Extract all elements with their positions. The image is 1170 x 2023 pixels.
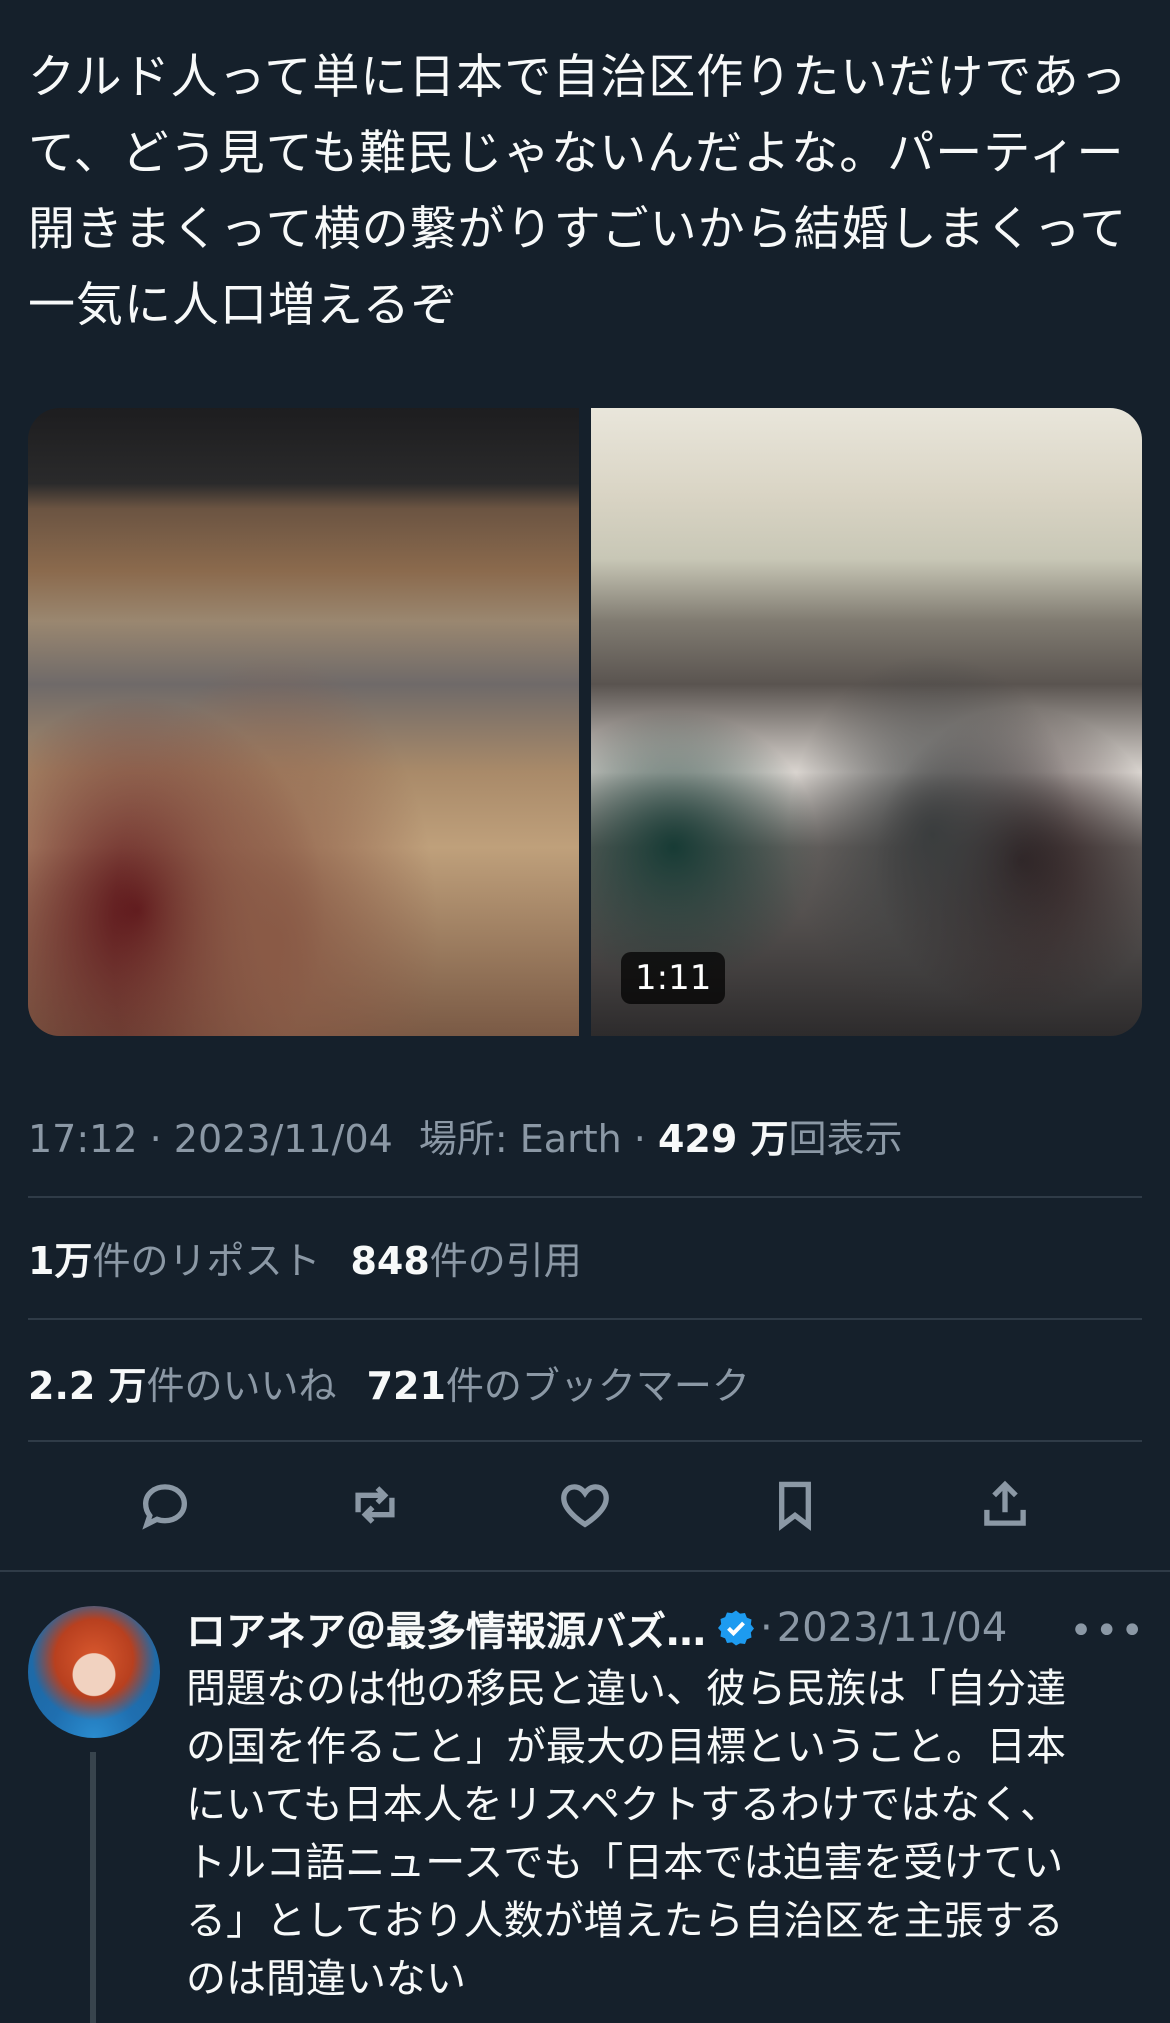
stats-likes-row: 2.2 万件のいいね 721件のブックマーク [28, 1355, 750, 1410]
thread-line [90, 1752, 96, 2023]
media-grid: 1:11 [28, 408, 1142, 1036]
share-button[interactable] [965, 1470, 1045, 1540]
tweet-time[interactable]: 17:12 [28, 1117, 138, 1161]
reply-icon [142, 1484, 187, 1530]
tweet-date[interactable]: 2023/11/04 [174, 1117, 393, 1161]
reply-author-name[interactable]: ロアネア＠最多情報源バズ… [186, 1599, 706, 1657]
heart-icon [561, 1484, 609, 1528]
share-icon [984, 1480, 1026, 1526]
quotes-stat[interactable]: 848件の引用 [350, 1239, 581, 1283]
divider [28, 1440, 1142, 1442]
stats-reposts-row: 1万件のリポスト 848件の引用 [28, 1230, 582, 1285]
reply-date[interactable]: 2023/11/04 [777, 1605, 1008, 1651]
more-options-icon[interactable]: ••• [1069, 1608, 1146, 1654]
views-label: 回表示 [788, 1117, 903, 1161]
media-video-party-dance[interactable]: 1:11 [591, 408, 1142, 1036]
views-count: 429 万 [657, 1117, 789, 1161]
like-button[interactable] [545, 1470, 625, 1540]
repost-icon [355, 1486, 395, 1524]
reply-header: ロアネア＠最多情報源バズ… · 2023/11/04 ••• [186, 1598, 1146, 1658]
quotes-count: 848 [350, 1239, 430, 1283]
reply-date-separator: · [760, 1605, 773, 1651]
verified-badge-icon [716, 1608, 756, 1648]
repost-button[interactable] [335, 1470, 415, 1540]
bookmarks-count: 721 [366, 1364, 446, 1408]
media-image-party-dance[interactable] [28, 408, 579, 1036]
meta-separator: · [633, 1117, 658, 1161]
tweet-text: クルド人って単に日本で自治区作りたいだけであっ て、どう見ても難民じゃないんだよ… [28, 50, 1128, 333]
likes-count: 2.2 万 [28, 1364, 147, 1408]
likes-stat[interactable]: 2.2 万件のいいね [28, 1364, 337, 1408]
quotes-label: 件の引用 [429, 1239, 582, 1283]
divider [28, 1318, 1142, 1320]
reply-text: 問題なのは他の移民と違い、彼ら民族は「自分達 の国を作ること」が最大の目標という… [186, 1666, 1066, 2002]
bookmark-icon [779, 1481, 811, 1531]
video-duration-badge: 1:11 [621, 952, 726, 1004]
bookmarks-label: 件のブックマーク [445, 1364, 750, 1408]
divider [28, 1196, 1142, 1198]
reply-button[interactable] [125, 1470, 205, 1540]
reposts-stat[interactable]: 1万件のリポスト [28, 1239, 320, 1283]
divider [0, 1570, 1170, 1572]
action-bar [0, 1470, 1170, 1540]
reposts-count: 1万 [28, 1239, 93, 1283]
meta-separator: · [149, 1117, 174, 1161]
likes-label: 件のいいね [146, 1364, 337, 1408]
tweet-location: 場所: Earth [418, 1117, 622, 1161]
bookmarks-stat[interactable]: 721件のブックマーク [367, 1364, 750, 1408]
reposts-label: 件のリポスト [92, 1239, 321, 1283]
bookmark-button[interactable] [755, 1470, 835, 1540]
avatar[interactable] [28, 1606, 160, 1738]
tweet-meta: 17:12 · 2023/11/04 場所: Earth · 429 万回表示 [28, 1108, 903, 1163]
